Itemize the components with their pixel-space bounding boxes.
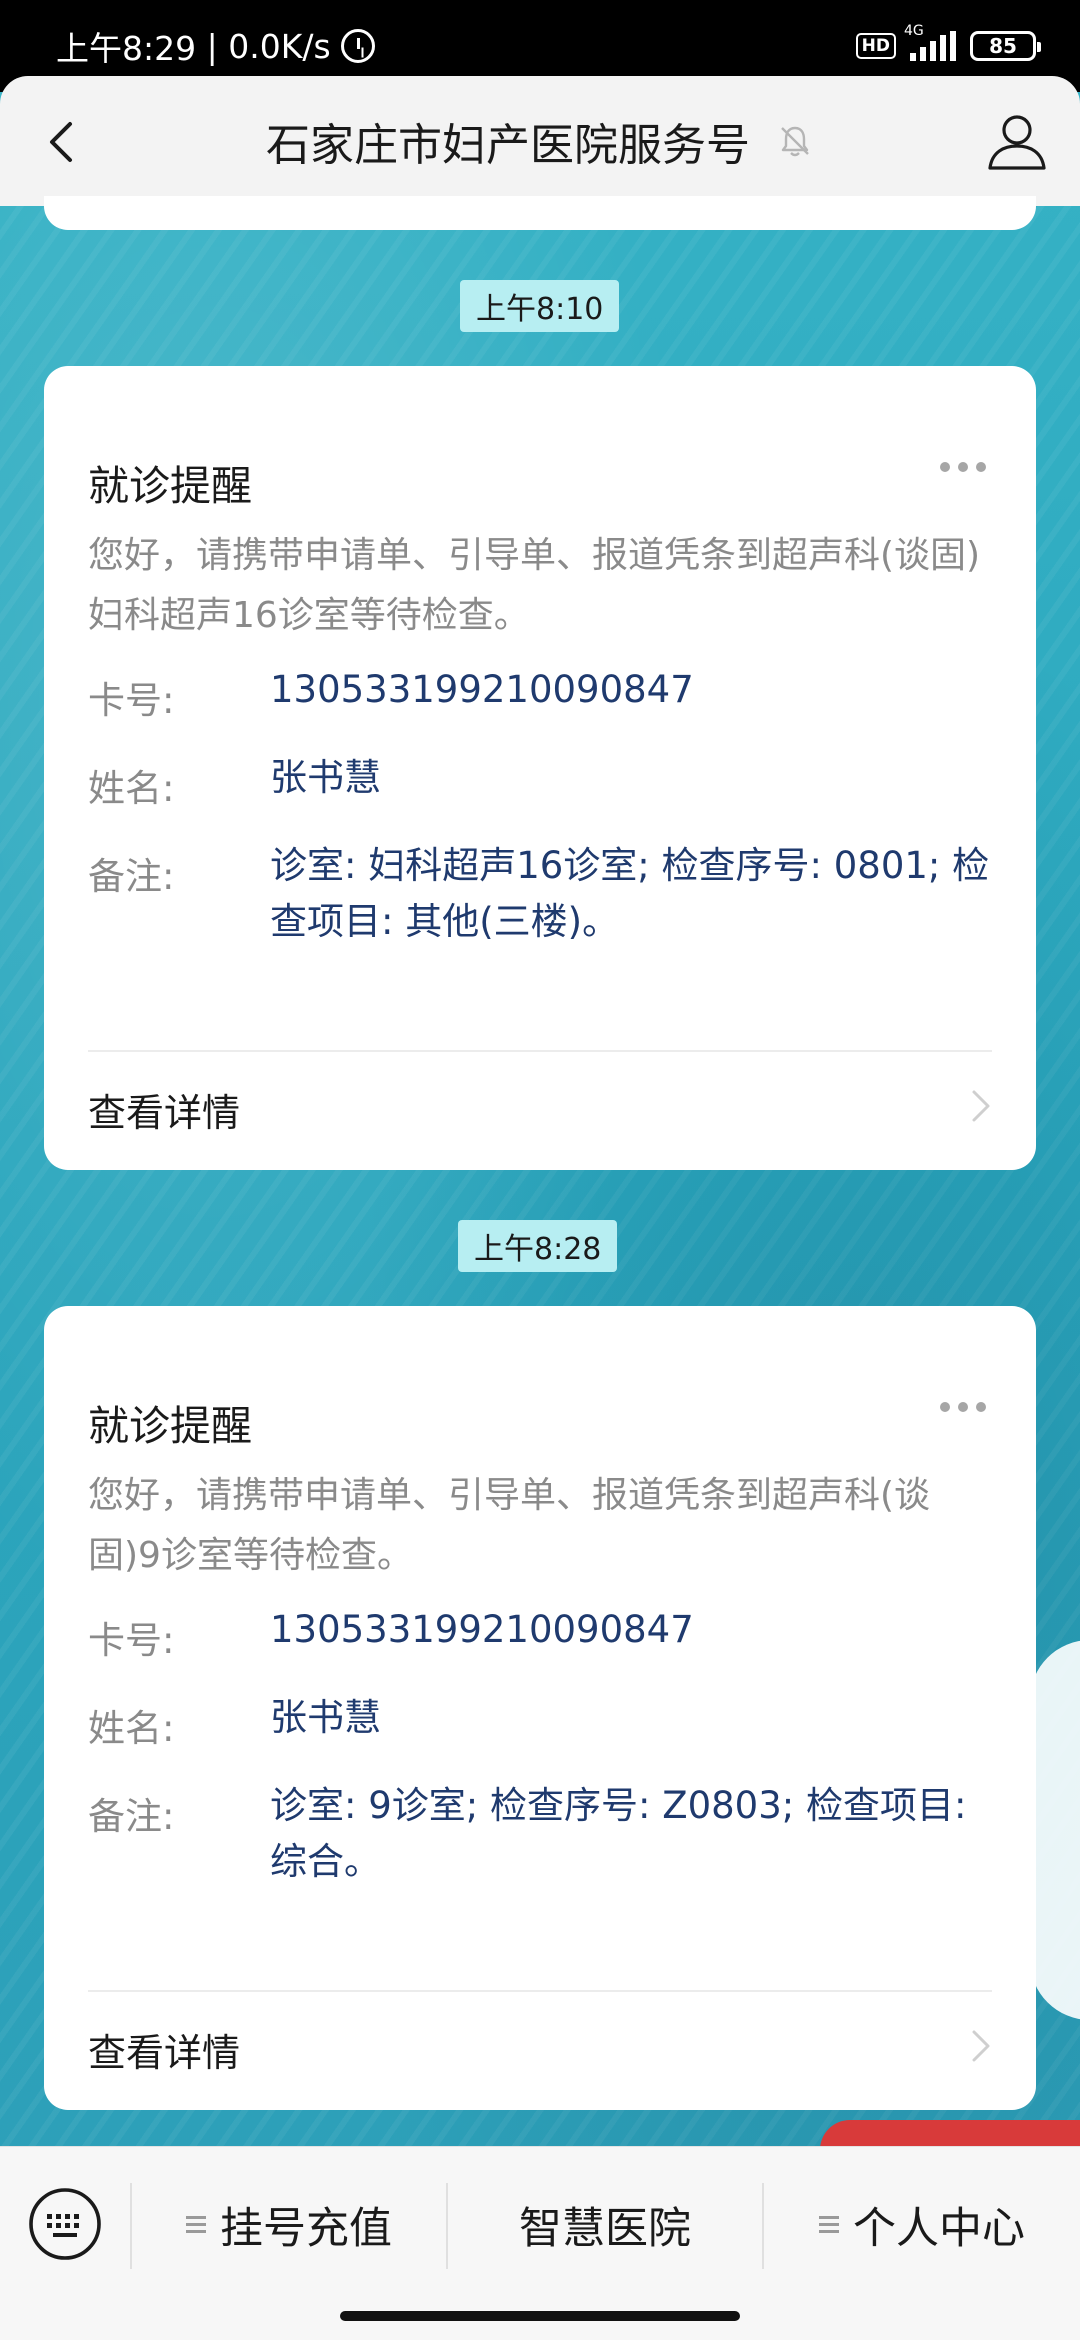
note-label: 备注: xyxy=(88,1795,175,1838)
patient-name-label: 姓名: xyxy=(88,1707,175,1750)
signal-icon: 4G xyxy=(904,23,956,61)
card-title: 就诊提醒 xyxy=(88,462,252,510)
network-speed: 0.0K/s xyxy=(228,26,331,66)
menu-item-smart-hospital[interactable]: 智慧医院 xyxy=(448,2175,762,2275)
card-description: 您好，请携带申请单、引导单、报道凭条到超声科(谈固)9诊室等待检查。 xyxy=(88,1475,931,1576)
submenu-icon xyxy=(186,2216,206,2234)
menu-item-personal-center[interactable]: 个人中心 xyxy=(764,2175,1080,2275)
card-number-label: 卡号: xyxy=(88,1619,175,1662)
battery-level: 85 xyxy=(989,34,1017,58)
keyboard-toggle-icon[interactable] xyxy=(26,2185,104,2263)
patient-name-value: 张书慧 xyxy=(270,756,381,799)
user-profile-icon[interactable] xyxy=(984,112,1050,172)
status-left: 上午8:29 | 0.0K/s xyxy=(56,22,375,70)
status-time: 上午8:29 xyxy=(56,29,197,68)
message-list[interactable]: 上午8:10 就诊提醒 您好，请携带申请单、引导单、报道凭条到超声科(谈固)妇科… xyxy=(0,196,1080,2146)
menu-item-label: 个人中心 xyxy=(853,2204,1025,2254)
note-label: 备注: xyxy=(88,855,175,898)
menu-item-label: 智慧医院 xyxy=(519,2204,691,2254)
menu-item-register-recharge[interactable]: 挂号充值 xyxy=(132,2175,446,2275)
battery-icon: 85 xyxy=(970,31,1041,61)
message-card[interactable]: 就诊提醒 您好，请携带申请单、引导单、报道凭条到超声科(谈固)9诊室等待检查。 … xyxy=(44,1306,1036,2110)
menu-item-label: 挂号充值 xyxy=(220,2204,392,2254)
status-right: HD 4G 85 xyxy=(855,23,1041,61)
status-separator: | xyxy=(196,26,229,66)
view-details-link[interactable]: 查看详情 xyxy=(88,1082,240,1137)
note-value: 诊室: 妇科超声16诊室; 检查序号: 0801; 检查项目: 其他(三楼)。 xyxy=(270,844,990,943)
note-value: 诊室: 9诊室; 检查序号: Z0803; 检查项目: 综合。 xyxy=(270,1784,967,1883)
card-divider xyxy=(88,1990,992,1992)
more-options-icon[interactable] xyxy=(940,462,986,472)
card-title: 就诊提醒 xyxy=(88,1402,252,1450)
chat-header: 石家庄市妇产医院服务号 xyxy=(0,76,1080,206)
patient-name-value: 张书慧 xyxy=(270,1696,381,1739)
page-title: 石家庄市妇产医院服务号 xyxy=(266,120,750,171)
view-details-link[interactable]: 查看详情 xyxy=(88,2022,240,2077)
previous-card-edge xyxy=(44,196,1036,230)
chevron-right-icon xyxy=(972,2030,990,2062)
patient-name-label: 姓名: xyxy=(88,767,175,810)
card-number-label: 卡号: xyxy=(88,679,175,722)
hd-badge: HD xyxy=(855,33,896,59)
more-options-icon[interactable] xyxy=(940,1402,986,1412)
muted-bell-icon xyxy=(781,126,809,157)
message-card[interactable]: 就诊提醒 您好，请携带申请单、引导单、报道凭条到超声科(谈固)妇科超声16诊室等… xyxy=(44,366,1036,1170)
card-number-value: 130533199210090847 xyxy=(270,1608,694,1651)
message-timestamp: 上午8:28 xyxy=(458,1220,618,1272)
back-arrow-icon[interactable] xyxy=(36,114,92,170)
card-number-value: 130533199210090847 xyxy=(270,668,694,711)
submenu-icon xyxy=(819,2216,839,2234)
chevron-right-icon xyxy=(972,1090,990,1122)
network-type: 4G xyxy=(904,23,924,39)
alarm-clock-icon xyxy=(340,29,375,63)
home-indicator[interactable] xyxy=(340,2311,740,2321)
card-divider xyxy=(88,1050,992,1052)
message-timestamp: 上午8:10 xyxy=(460,280,620,332)
card-description: 您好，请携带申请单、引导单、报道凭条到超声科(谈固)妇科超声16诊室等待检查。 xyxy=(88,535,981,636)
